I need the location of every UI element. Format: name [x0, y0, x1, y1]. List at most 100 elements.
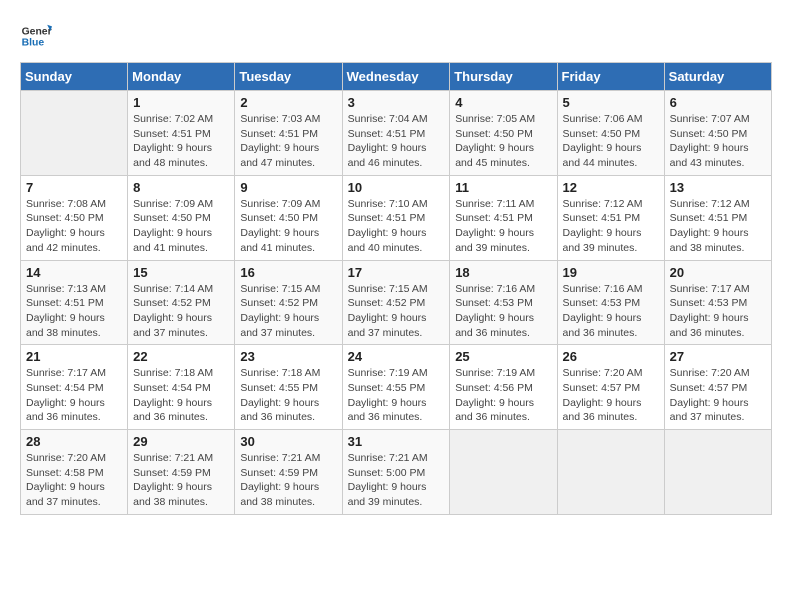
header-monday: Monday [128, 63, 235, 91]
day-info: Sunrise: 7:12 AMSunset: 4:51 PMDaylight:… [670, 197, 766, 256]
day-number: 21 [26, 349, 122, 364]
day-number: 29 [133, 434, 229, 449]
day-number: 22 [133, 349, 229, 364]
header-wednesday: Wednesday [342, 63, 450, 91]
day-info: Sunrise: 7:20 AMSunset: 4:57 PMDaylight:… [670, 366, 766, 425]
day-number: 27 [670, 349, 766, 364]
day-number: 8 [133, 180, 229, 195]
calendar-cell: 15 Sunrise: 7:14 AMSunset: 4:52 PMDayligh… [128, 260, 235, 345]
day-number: 30 [240, 434, 336, 449]
day-info: Sunrise: 7:21 AMSunset: 4:59 PMDaylight:… [133, 451, 229, 510]
calendar-cell [664, 430, 771, 515]
header-friday: Friday [557, 63, 664, 91]
day-info: Sunrise: 7:15 AMSunset: 4:52 PMDaylight:… [348, 282, 445, 341]
calendar-cell: 30Sunrise: 7:21 AMSunset: 4:59 PMDayligh… [235, 430, 342, 515]
day-number: 14 [26, 265, 122, 280]
day-number: 13 [670, 180, 766, 195]
calendar-cell: 2Sunrise: 7:03 AMSunset: 4:51 PMDaylight… [235, 91, 342, 176]
calendar-cell: 24 Sunrise: 7:19 AMSunset: 4:55 PMDayligh… [342, 345, 450, 430]
day-info: Sunrise: 7:18 AMSunset: 4:55 PMDaylight:… [240, 366, 336, 425]
day-number: 6 [670, 95, 766, 110]
header: General Blue [20, 20, 772, 52]
day-info: Sunrise: 7:12 AMSunset: 4:51 PMDaylight:… [563, 197, 659, 256]
logo: General Blue [20, 20, 52, 52]
calendar-week-row: 28Sunrise: 7:20 AMSunset: 4:58 PMDayligh… [21, 430, 772, 515]
calendar-cell: 25 Sunrise: 7:19 AMSunset: 4:56 PMDayligh… [450, 345, 557, 430]
calendar-cell: 29 Sunrise: 7:21 AMSunset: 4:59 PMDayligh… [128, 430, 235, 515]
day-number: 11 [455, 180, 551, 195]
calendar-cell [557, 430, 664, 515]
day-info: Sunrise: 7:04 AMSunset: 4:51 PMDaylight:… [348, 112, 445, 171]
day-number: 12 [563, 180, 659, 195]
day-number: 15 [133, 265, 229, 280]
calendar-week-row: 7 Sunrise: 7:08 AMSunset: 4:50 PMDaylight… [21, 175, 772, 260]
calendar-cell: 11 Sunrise: 7:11 AMSunset: 4:51 PMDayligh… [450, 175, 557, 260]
header-sunday: Sunday [21, 63, 128, 91]
day-info: Sunrise: 7:17 AMSunset: 4:54 PMDaylight:… [26, 366, 122, 425]
calendar-table: SundayMondayTuesdayWednesdayThursdayFrid… [20, 62, 772, 515]
day-info: Sunrise: 7:03 AMSunset: 4:51 PMDaylight:… [240, 112, 336, 171]
calendar-cell: 12 Sunrise: 7:12 AMSunset: 4:51 PMDayligh… [557, 175, 664, 260]
day-info: Sunrise: 7:16 AMSunset: 4:53 PMDaylight:… [455, 282, 551, 341]
calendar-cell: 19Sunrise: 7:16 AMSunset: 4:53 PMDayligh… [557, 260, 664, 345]
day-number: 7 [26, 180, 122, 195]
day-info: Sunrise: 7:19 AMSunset: 4:55 PMDaylight:… [348, 366, 445, 425]
calendar-cell: 14 Sunrise: 7:13 AMSunset: 4:51 PMDayligh… [21, 260, 128, 345]
calendar-week-row: 1 Sunrise: 7:02 AMSunset: 4:51 PMDaylight… [21, 91, 772, 176]
day-number: 16 [240, 265, 336, 280]
day-info: Sunrise: 7:06 AMSunset: 4:50 PMDaylight:… [563, 112, 659, 171]
calendar-cell: 17 Sunrise: 7:15 AMSunset: 4:52 PMDayligh… [342, 260, 450, 345]
calendar-week-row: 21 Sunrise: 7:17 AMSunset: 4:54 PMDayligh… [21, 345, 772, 430]
calendar-cell: 9 Sunrise: 7:09 AMSunset: 4:50 PMDaylight… [235, 175, 342, 260]
day-number: 26 [563, 349, 659, 364]
day-info: Sunrise: 7:09 AMSunset: 4:50 PMDaylight:… [133, 197, 229, 256]
calendar-cell: 31 Sunrise: 7:21 AMSunset: 5:00 PMDayligh… [342, 430, 450, 515]
day-number: 17 [348, 265, 445, 280]
calendar-cell: 4Sunrise: 7:05 AMSunset: 4:50 PMDaylight… [450, 91, 557, 176]
day-number: 10 [348, 180, 445, 195]
calendar-cell: 18 Sunrise: 7:16 AMSunset: 4:53 PMDayligh… [450, 260, 557, 345]
day-info: Sunrise: 7:10 AMSunset: 4:51 PMDaylight:… [348, 197, 445, 256]
calendar-cell: 5 Sunrise: 7:06 AMSunset: 4:50 PMDaylight… [557, 91, 664, 176]
day-number: 24 [348, 349, 445, 364]
day-number: 9 [240, 180, 336, 195]
calendar-cell: 21 Sunrise: 7:17 AMSunset: 4:54 PMDayligh… [21, 345, 128, 430]
calendar-cell: 28Sunrise: 7:20 AMSunset: 4:58 PMDayligh… [21, 430, 128, 515]
day-number: 1 [133, 95, 229, 110]
calendar-cell: 6Sunrise: 7:07 AMSunset: 4:50 PMDaylight… [664, 91, 771, 176]
svg-text:Blue: Blue [22, 38, 45, 49]
day-number: 4 [455, 95, 551, 110]
day-number: 19 [563, 265, 659, 280]
day-number: 18 [455, 265, 551, 280]
header-saturday: Saturday [664, 63, 771, 91]
calendar-cell: 20Sunrise: 7:17 AMSunset: 4:53 PMDayligh… [664, 260, 771, 345]
calendar-cell: 22Sunrise: 7:18 AMSunset: 4:54 PMDayligh… [128, 345, 235, 430]
day-info: Sunrise: 7:11 AMSunset: 4:51 PMDaylight:… [455, 197, 551, 256]
day-info: Sunrise: 7:09 AMSunset: 4:50 PMDaylight:… [240, 197, 336, 256]
day-info: Sunrise: 7:20 AMSunset: 4:57 PMDaylight:… [563, 366, 659, 425]
logo-icon: General Blue [20, 20, 52, 52]
day-info: Sunrise: 7:13 AMSunset: 4:51 PMDaylight:… [26, 282, 122, 341]
calendar-cell: 8 Sunrise: 7:09 AMSunset: 4:50 PMDaylight… [128, 175, 235, 260]
calendar-cell: 3Sunrise: 7:04 AMSunset: 4:51 PMDaylight… [342, 91, 450, 176]
calendar-cell: 10 Sunrise: 7:10 AMSunset: 4:51 PMDayligh… [342, 175, 450, 260]
day-info: Sunrise: 7:02 AMSunset: 4:51 PMDaylight:… [133, 112, 229, 171]
calendar-header-row: SundayMondayTuesdayWednesdayThursdayFrid… [21, 63, 772, 91]
day-info: Sunrise: 7:08 AMSunset: 4:50 PMDaylight:… [26, 197, 122, 256]
day-info: Sunrise: 7:15 AMSunset: 4:52 PMDaylight:… [240, 282, 336, 341]
calendar-cell [21, 91, 128, 176]
day-number: 23 [240, 349, 336, 364]
calendar-week-row: 14 Sunrise: 7:13 AMSunset: 4:51 PMDayligh… [21, 260, 772, 345]
day-number: 5 [563, 95, 659, 110]
day-info: Sunrise: 7:19 AMSunset: 4:56 PMDaylight:… [455, 366, 551, 425]
calendar-cell: 16 Sunrise: 7:15 AMSunset: 4:52 PMDayligh… [235, 260, 342, 345]
day-info: Sunrise: 7:21 AMSunset: 5:00 PMDaylight:… [348, 451, 445, 510]
day-info: Sunrise: 7:14 AMSunset: 4:52 PMDaylight:… [133, 282, 229, 341]
day-number: 25 [455, 349, 551, 364]
day-info: Sunrise: 7:20 AMSunset: 4:58 PMDaylight:… [26, 451, 122, 510]
day-info: Sunrise: 7:17 AMSunset: 4:53 PMDaylight:… [670, 282, 766, 341]
calendar-cell: 7 Sunrise: 7:08 AMSunset: 4:50 PMDaylight… [21, 175, 128, 260]
calendar-cell: 1 Sunrise: 7:02 AMSunset: 4:51 PMDaylight… [128, 91, 235, 176]
svg-text:General: General [22, 26, 52, 37]
day-number: 31 [348, 434, 445, 449]
